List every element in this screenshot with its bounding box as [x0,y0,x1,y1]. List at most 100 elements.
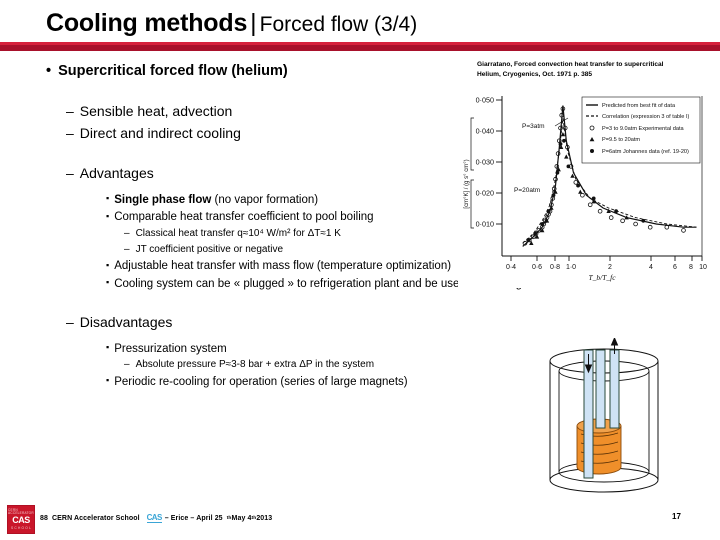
bullet-glyph-l3: ▪ [106,259,110,270]
page-title-separator: | [250,9,257,37]
chart-y-tick-label: 0·050 [476,96,494,105]
chart-x-tick-label: 0·8 [550,264,560,271]
figure-citation-line1: Giarratano, Forced convection heat trans… [477,61,664,68]
chart-legend-label: P=3 to 9.0atm Experimental data [602,126,685,132]
chart-data-point [562,138,566,143]
list-item-label: Sensible heat, advection [79,102,233,119]
heat-transfer-chart-svg: 0·050 0·040 0·030 0·020 0·010 [cm°K] / (… [458,88,710,288]
footer-dates-pre: – Erice – April 25 [164,514,223,522]
footer: 88 CERN Accelerator School CAS – Erice –… [40,513,272,523]
chart-x-tick-label: 10 [699,264,707,271]
chart-x-axis-label: T_b/T_fc [588,273,616,282]
bullet-glyph-l3: ▪ [106,375,110,386]
chart-data-point [555,170,560,175]
heat-transfer-chart: 0·050 0·040 0·030 0·020 0·010 [cm°K] / (… [458,88,710,288]
bullet-glyph-l4: – [124,359,130,371]
list-item-label-strong: Single phase flow [114,193,212,206]
chart-data-point [540,222,545,226]
bullet-glyph-l4: – [124,243,130,255]
page-title-sub: Forced flow (3/4) [259,13,418,36]
bullet-glyph-l3: ▪ [106,210,110,221]
list-item-label: JT coefficient positive or negative [135,243,284,255]
list-item-advantages: – Advantages [66,163,470,183]
chart-data-point [526,238,531,242]
chart-x-tick-label: 1·0 [566,264,576,271]
list-item: ▪ Adjustable heat transfer with mass flow… [106,258,470,275]
chart-x-tick-label: 0·4 [506,264,516,271]
footer-school: CERN Accelerator School [52,514,140,522]
page-title-main: Cooling methods [46,9,248,37]
list-item: ▪ Cooling system can be « plugged » to re… [106,276,582,293]
list-item: ▪ Pressurization system [106,341,470,358]
chart-x-tick-label: 6 [673,264,677,271]
list-item: – Sensible heat, advection [66,101,470,121]
list-item-label: Classical heat transfer q≈10⁴ W/m² for Δ… [135,228,341,240]
chart-y-axis-label: [cm°K] / (g s° cm°) [464,159,470,208]
chart-data-point [566,164,571,169]
footer-dates-mid: May 4 [231,514,252,522]
list-item: ▪ Single phase flow (no vapor formation) [106,192,470,209]
list-item-label: Disadvantages [79,314,173,331]
bullet-glyph-l2: – [66,125,74,142]
list-item-label: Pressurization system [114,342,227,355]
chart-y-tick-label: 0·040 [476,127,494,136]
chart-data-point [614,209,618,214]
chart-y-tick-label: 0·010 [476,220,494,229]
chart-data-point [551,193,556,198]
chart-data-point [558,142,563,146]
chart-annotation-label: P=3atm [522,123,545,130]
footer-cas-icon-text: CAS [146,513,163,522]
list-item-label: Adjustable heat transfer with mass flow … [114,260,452,273]
chart-annotation-label: P=20atm [514,187,540,194]
chart-legend-label: Predicted from best fit of data [602,103,676,109]
chart-legend-label: Correlation (expression 3 of table I) [602,114,690,120]
chart-y-tick-label: 0·020 [476,189,494,198]
chart-legend-label: P=6atm Johannes data (ref. 19-20) [602,149,689,155]
list-item: ▪ Periodic re-cooling for operation (seri… [106,374,470,391]
list-item-disadvantages: – Disadvantages [66,312,470,332]
chart-x-tick-label: 4 [649,264,653,271]
bullet-glyph-l1: • [46,63,52,79]
cas-logo-bottom-text: S C H O O L [10,526,32,531]
chart-data-point [533,231,538,236]
cryostat-diagram-svg [549,338,659,493]
cas-logo: CERN ACCELERATOR CAS S C H O O L [7,505,35,534]
cryostat-diagram [524,338,684,506]
chart-data-point [591,196,596,201]
chart-data-point [576,183,580,188]
list-item: ▪ Comparable heat transfer coefficient to… [106,209,470,226]
page-number: 17 [672,512,681,521]
list-item: – Direct and indirect cooling [66,123,470,143]
chart-legend-label: P=9.5 to 20atm [602,137,640,143]
title-divider-bottom [0,45,720,51]
list-item-label: Comparable heat transfer coefficient to … [114,211,374,224]
list-item-label: Absolute pressure P≈3-8 bar + extra ΔP i… [135,359,375,371]
chart-data-point [641,218,646,223]
chart-x-tick-label: 0·6 [532,264,542,271]
bullet-glyph-l2: – [66,314,74,331]
list-item-label: Periodic re-cooling for operation (serie… [114,375,408,388]
list-item-label: Direct and indirect cooling [79,125,241,142]
bullet-glyph-l4: – [124,228,130,240]
figure-citation: Giarratano, Forced convection heat trans… [477,60,720,80]
chart-y-tick-label: 0·030 [476,158,494,167]
list-item-label: Advantages [79,165,154,182]
bullet-glyph-l2: – [66,165,74,182]
bullet-heading: • Supercritical forced flow (helium) [46,62,470,81]
cas-logo-mark: CAS [12,515,30,526]
bullet-glyph-l2: – [66,102,74,119]
chart-data-point [546,209,551,214]
bullet-glyph-l3: ▪ [106,193,110,204]
list-item: – JT coefficient positive or negative [124,243,470,258]
title-divider [0,42,720,51]
chart-x-tick-label: 8 [689,264,693,271]
svg-text:[cm°K] / (g s° cm°): [cm°K] / (g s° cm°) [464,159,470,208]
bullet-heading-label: Supercritical forced flow (helium) [58,63,288,79]
list-item-label: (no vapor formation) [211,193,319,206]
list-item: – Classical heat transfer q≈10⁴ W/m² for … [124,227,470,242]
footer-dates-post: 2013 [256,514,273,522]
footer-cas-icon: CAS [144,513,165,523]
figure-citation-line2: Helium, Cryogenics, Oct. 1971 p. 385 [477,71,593,79]
page-title: Cooling methods | Forced flow (3/4) [46,9,417,38]
list-item: – Absolute pressure P≈3-8 bar + extra ΔP … [124,358,470,373]
